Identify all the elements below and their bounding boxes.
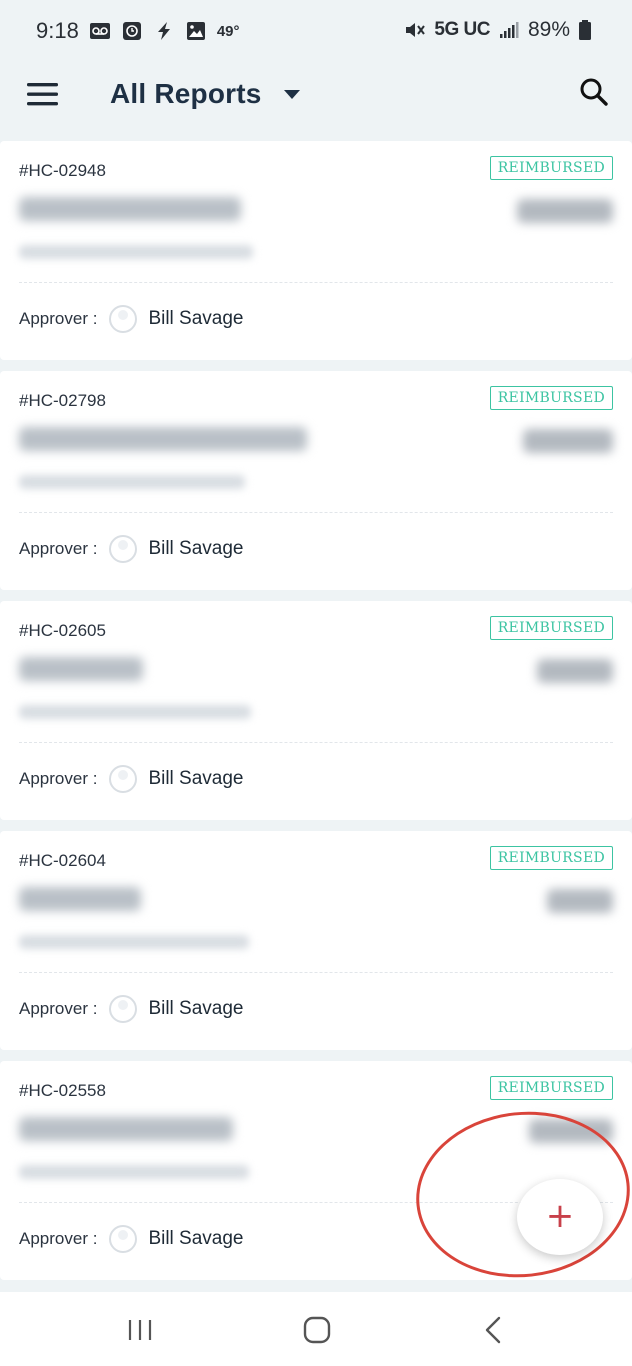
status-bar: 9:18 49° 5G UC 89% bbox=[0, 0, 632, 62]
back-icon[interactable] bbox=[474, 1312, 514, 1348]
status-badge: REIMBURSED bbox=[489, 156, 613, 180]
battery-icon bbox=[579, 20, 591, 40]
status-badge: REIMBURSED bbox=[489, 616, 613, 640]
report-id: #HC-02948 bbox=[19, 161, 106, 180]
report-name-redacted bbox=[19, 657, 143, 681]
mute-icon bbox=[406, 23, 426, 37]
avatar bbox=[109, 1225, 138, 1253]
report-amount-redacted bbox=[517, 199, 613, 223]
clock-app-icon bbox=[122, 22, 141, 40]
report-amount-redacted bbox=[529, 1119, 613, 1143]
approver-name: Bill Savage bbox=[148, 1228, 244, 1249]
avatar bbox=[109, 535, 138, 563]
temperature-label: 49° bbox=[216, 22, 240, 40]
report-id: #HC-02798 bbox=[19, 391, 106, 410]
status-badge: REIMBURSED bbox=[489, 1076, 613, 1100]
lightning-icon bbox=[157, 22, 170, 40]
approver-row: Approver : Bill Savage bbox=[19, 1225, 244, 1253]
report-amount-redacted bbox=[537, 659, 613, 683]
divider bbox=[19, 282, 613, 283]
menu-icon[interactable] bbox=[26, 82, 60, 106]
approver-label: Approver : bbox=[19, 999, 98, 1018]
avatar bbox=[109, 305, 138, 333]
signal-icon bbox=[499, 22, 519, 38]
approver-name: Bill Savage bbox=[148, 998, 244, 1019]
approver-name: Bill Savage bbox=[148, 538, 244, 559]
report-dates-redacted bbox=[19, 475, 245, 489]
report-list: #HC-02948 REIMBURSED Approver : Bill Sav… bbox=[0, 141, 632, 1291]
approver-label: Approver : bbox=[19, 309, 98, 328]
report-name-redacted bbox=[19, 197, 241, 221]
battery-percent: 89% bbox=[527, 18, 570, 41]
report-card[interactable]: #HC-02948 REIMBURSED Approver : Bill Sav… bbox=[0, 141, 632, 360]
app-header: All Reports bbox=[0, 62, 632, 140]
system-nav-bar bbox=[0, 1292, 632, 1366]
report-name-redacted bbox=[19, 427, 307, 451]
status-badge: REIMBURSED bbox=[489, 386, 613, 410]
network-type: 5G UC bbox=[434, 19, 490, 40]
divider bbox=[19, 512, 613, 513]
search-icon[interactable] bbox=[578, 76, 610, 108]
recent-apps-icon[interactable] bbox=[120, 1312, 160, 1348]
voicemail-icon bbox=[89, 23, 110, 39]
report-dates-redacted bbox=[19, 935, 249, 949]
approver-label: Approver : bbox=[19, 539, 98, 558]
plus-icon: + bbox=[545, 1196, 575, 1236]
report-dates-redacted bbox=[19, 1165, 249, 1179]
approver-label: Approver : bbox=[19, 769, 98, 788]
report-card[interactable]: #HC-02605 REIMBURSED Approver : Bill Sav… bbox=[0, 601, 632, 820]
page-title: All Reports bbox=[110, 78, 262, 109]
report-amount-redacted bbox=[547, 889, 613, 913]
approver-row: Approver : Bill Savage bbox=[19, 995, 244, 1023]
divider bbox=[19, 972, 613, 973]
dropdown-caret-icon bbox=[283, 89, 300, 99]
report-card[interactable]: #HC-02798 REIMBURSED Approver : Bill Sav… bbox=[0, 371, 632, 590]
approver-label: Approver : bbox=[19, 1229, 98, 1248]
status-badge: REIMBURSED bbox=[489, 846, 613, 870]
report-dates-redacted bbox=[19, 245, 253, 259]
report-card[interactable]: #HC-02604 REIMBURSED Approver : Bill Sav… bbox=[0, 831, 632, 1050]
add-report-button[interactable]: + bbox=[517, 1179, 603, 1255]
report-dates-redacted bbox=[19, 705, 251, 719]
gallery-icon bbox=[186, 22, 205, 40]
approver-row: Approver : Bill Savage bbox=[19, 765, 244, 793]
approver-row: Approver : Bill Savage bbox=[19, 535, 244, 563]
report-id: #HC-02558 bbox=[19, 1081, 106, 1100]
home-icon[interactable] bbox=[297, 1312, 337, 1348]
approver-name: Bill Savage bbox=[148, 768, 244, 789]
report-id: #HC-02604 bbox=[19, 851, 106, 870]
report-id: #HC-02605 bbox=[19, 621, 106, 640]
divider bbox=[19, 742, 613, 743]
clock-time: 9:18 bbox=[36, 18, 79, 43]
report-name-redacted bbox=[19, 887, 141, 911]
approver-row: Approver : Bill Savage bbox=[19, 305, 244, 333]
approver-name: Bill Savage bbox=[148, 308, 244, 329]
avatar bbox=[109, 765, 138, 793]
report-filter-dropdown[interactable]: All Reports bbox=[110, 74, 300, 114]
report-name-redacted bbox=[19, 1117, 233, 1141]
avatar bbox=[109, 995, 138, 1023]
report-amount-redacted bbox=[523, 429, 613, 453]
